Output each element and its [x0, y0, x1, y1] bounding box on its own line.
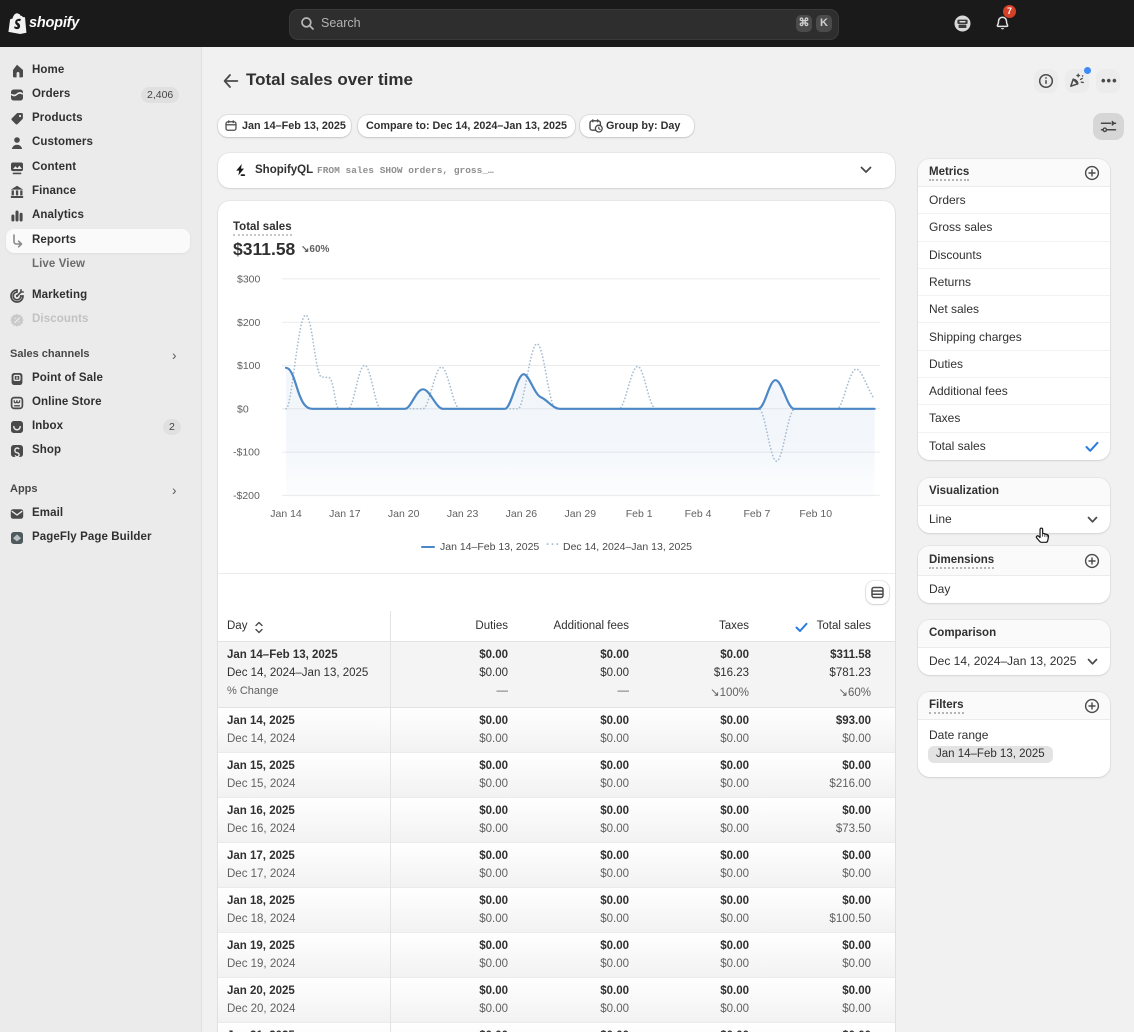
svg-text:Jan 17: Jan 17 [329, 508, 361, 520]
svg-text:$300: $300 [237, 274, 261, 286]
svg-text:Jan 29: Jan 29 [565, 508, 597, 520]
svg-text:$200: $200 [237, 317, 261, 329]
svg-text:-$100: -$100 [233, 447, 260, 459]
svg-text:$100: $100 [237, 360, 261, 372]
svg-text:Jan 23: Jan 23 [447, 508, 479, 520]
svg-text:Jan 14: Jan 14 [270, 508, 302, 520]
svg-text:Feb 1: Feb 1 [626, 508, 653, 520]
svg-text:Jan 26: Jan 26 [506, 508, 538, 520]
svg-text:Jan 20: Jan 20 [388, 508, 420, 520]
svg-text:Feb 10: Feb 10 [799, 508, 832, 520]
svg-text:Feb 4: Feb 4 [685, 508, 712, 520]
svg-text:$0: $0 [237, 403, 249, 415]
svg-text:Feb 7: Feb 7 [743, 508, 770, 520]
svg-text:-$200: -$200 [233, 490, 260, 502]
